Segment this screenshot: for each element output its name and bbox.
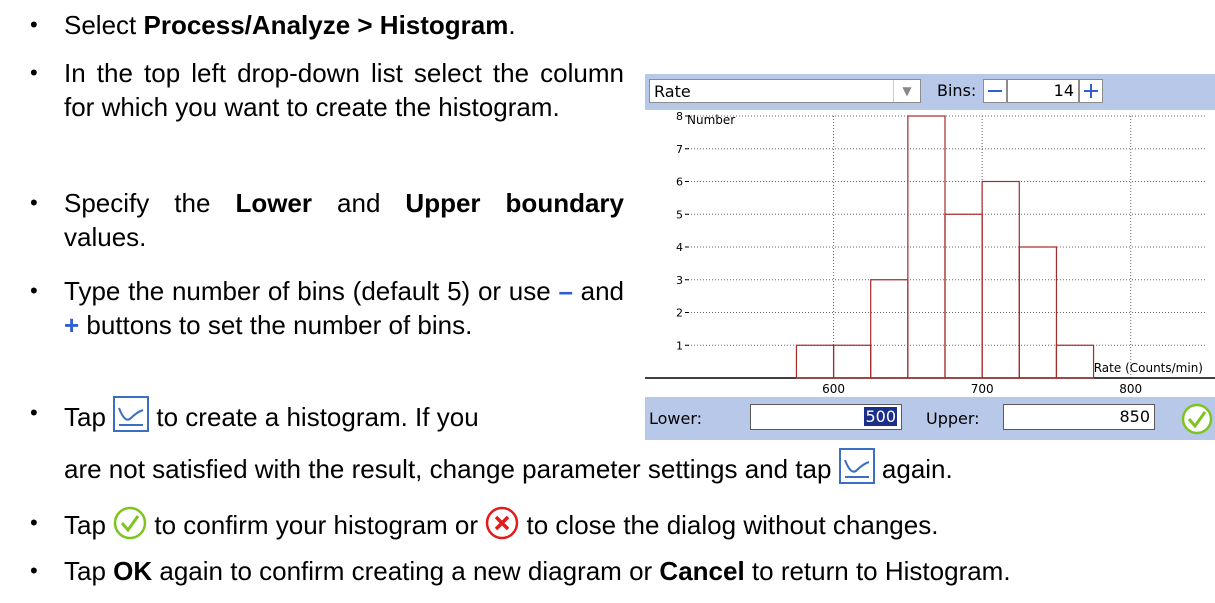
lower-term: Lower (235, 188, 313, 218)
x-tick-label: 600 (822, 382, 845, 396)
ok-term: OK (113, 556, 153, 586)
histogram-icon (838, 448, 875, 492)
upper-label: Upper: (926, 409, 980, 428)
text: again to confirm creating a new diagram … (152, 556, 660, 586)
text: Tap (64, 510, 114, 540)
x-tick-label: 800 (1119, 382, 1142, 396)
y-tick-label: 6 (676, 176, 683, 189)
close-circle-icon (485, 506, 519, 548)
text: and (572, 276, 625, 306)
y-axis-label: Number (687, 113, 735, 127)
bullet-dot: • (30, 400, 38, 425)
y-tick-label: 2 (676, 307, 683, 320)
check-circle-icon (113, 506, 147, 548)
text: buttons to set the number of bins. (79, 310, 473, 340)
text: Tap (64, 402, 114, 432)
histogram-chart: 1 2 3 4 5 6 7 8 600 700 800 Number Rate (Counts/min) (645, 110, 1215, 397)
text: In the top left drop-down list select th… (64, 58, 624, 122)
bullet-dot: • (30, 558, 38, 583)
bullet-dot: • (30, 60, 38, 85)
histogram-bar (944, 213, 983, 379)
upper-field[interactable]: 850 (1003, 404, 1155, 430)
text: Select (64, 10, 144, 40)
x-axis-label: Rate (Counts/min) (1094, 361, 1203, 375)
text: Tap (64, 556, 114, 586)
chevron-down-icon[interactable]: ▼ (893, 80, 920, 102)
y-tick-label: 5 (676, 208, 683, 221)
text: to create a histogram. If you (149, 402, 479, 432)
lower-field[interactable]: 500 (750, 404, 902, 430)
upper-term: Upper boundary (405, 188, 624, 218)
y-tick-label: 1 (676, 339, 683, 352)
menu-path: Process/Analyze > Histogram (143, 10, 509, 40)
text: . (508, 10, 516, 40)
lower-label: Lower: (649, 409, 703, 428)
bins-decrement-button[interactable] (983, 79, 1007, 103)
text: are not satisfied with the result, chang… (64, 454, 839, 484)
check-circle-icon[interactable] (1181, 403, 1213, 439)
text: to close the dialog without changes. (519, 510, 939, 540)
column-select-value: Rate (654, 82, 691, 101)
histogram-icon (113, 396, 150, 440)
bullet-dot: • (30, 12, 38, 37)
bullet-dot: • (30, 278, 38, 303)
y-tick-label: 4 (676, 241, 683, 254)
text: to return to Histogram. (744, 556, 1011, 586)
text: and (312, 188, 406, 218)
minus-symbol: – (558, 276, 573, 306)
cancel-term: Cancel (659, 556, 745, 586)
bins-label: Bins: (937, 81, 977, 100)
histogram-bar (870, 279, 909, 379)
text: to confirm your histogram or (147, 510, 486, 540)
y-tick-label: 8 (676, 110, 683, 123)
column-select[interactable]: Rate ▼ (649, 79, 921, 103)
histogram-bar (1055, 344, 1095, 379)
y-tick-label: 7 (676, 143, 683, 156)
text: values. (64, 222, 147, 252)
text: Type the number of bins (default 5) or u… (64, 276, 559, 306)
text: again. (874, 454, 953, 484)
histogram-dialog: Rate ▼ Bins: 14 1 2 3 4 5 6 7 8 600 700 800 Number R… (645, 74, 1215, 440)
histogram-bar (832, 344, 872, 379)
boundary-bar: Lower: 500 Upper: 850 (645, 397, 1215, 440)
lower-value: 500 (864, 407, 897, 426)
bins-increment-button[interactable] (1079, 79, 1103, 103)
y-tick-label: 3 (676, 274, 683, 287)
plus-symbol: + (64, 310, 80, 340)
bullet-dot: • (30, 510, 38, 535)
histogram-bar (795, 344, 835, 379)
bullet-dot: • (30, 190, 38, 215)
instruction-5-continued: are not satisfied with the result, chang… (64, 448, 953, 492)
text: Specify the (64, 188, 236, 218)
bins-input[interactable]: 14 (1007, 79, 1079, 103)
x-tick-label: 700 (971, 382, 994, 396)
